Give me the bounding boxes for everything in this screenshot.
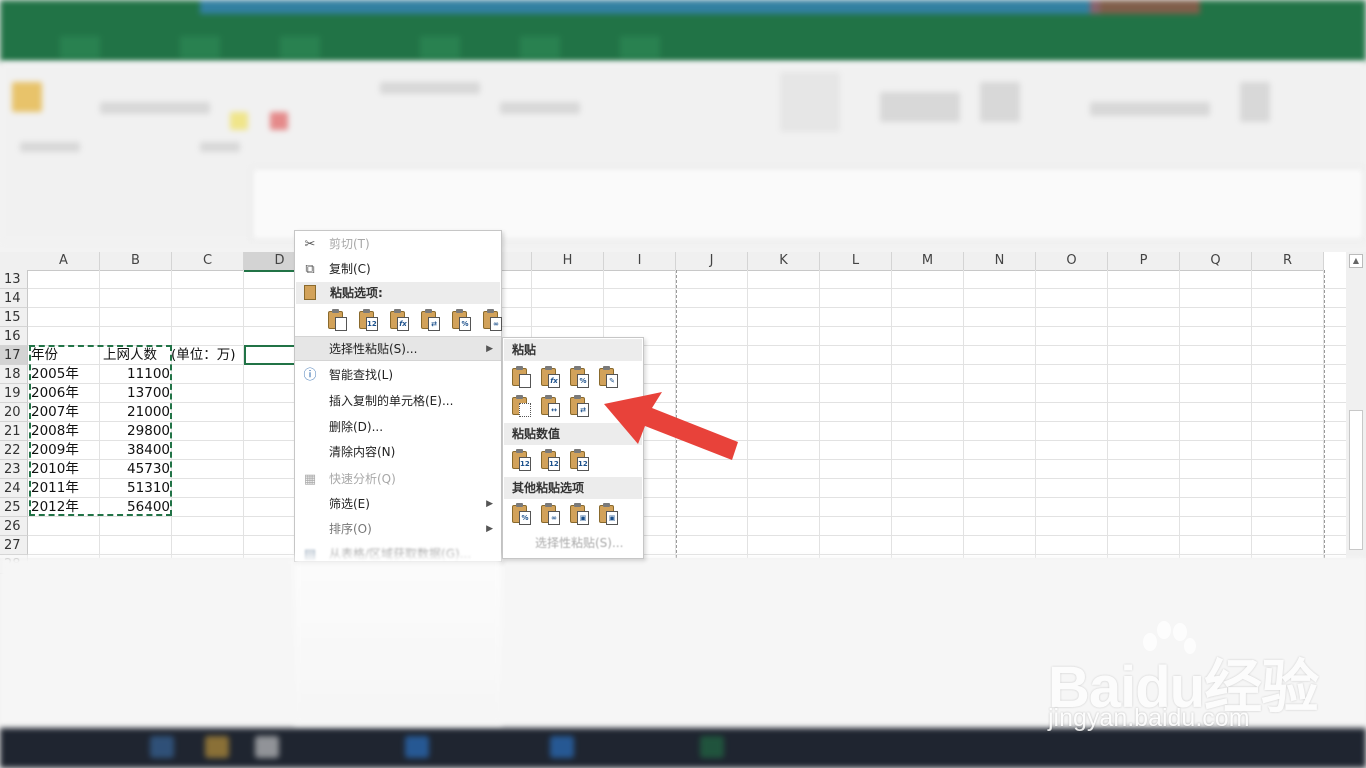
column-header-a[interactable]: A <box>28 252 100 271</box>
excel-title-bar <box>0 0 1366 62</box>
row-header-25[interactable]: 25 <box>0 498 28 517</box>
select-all-corner[interactable] <box>0 252 29 271</box>
submenu-paste-special-link[interactable]: 选择性粘贴(S)... <box>535 534 623 551</box>
copy-icon: ⧉ <box>305 262 315 277</box>
paste-formulas-icon[interactable]: fx <box>387 309 411 333</box>
paste-picture-icon[interactable]: ▣ <box>567 503 591 527</box>
column-header-i[interactable]: I <box>604 252 676 271</box>
paste-keep-source-format-icon[interactable]: ✎ <box>596 366 620 390</box>
row-header-15[interactable]: 15 <box>0 308 28 327</box>
paste-values-icon[interactable]: 123 <box>356 309 380 333</box>
submenu-arrow-icon: ▶ <box>486 344 493 354</box>
cell-c17[interactable]: (单位：万) <box>171 346 236 365</box>
scissors-icon: ✂ <box>304 237 316 252</box>
paste-formulas-icon[interactable]: fx <box>538 366 562 390</box>
paste-values-icon[interactable]: 123 <box>509 449 533 473</box>
menu-item-clear-contents[interactable]: 清除内容(N) <box>295 440 501 465</box>
submenu-arrow-icon: ▶ <box>486 499 493 509</box>
column-header-r[interactable]: R <box>1252 252 1324 271</box>
paste-transpose-icon[interactable]: ⇄ <box>567 395 591 419</box>
scroll-up-icon[interactable]: ▲ <box>1349 254 1363 268</box>
row-header-23[interactable]: 23 <box>0 460 28 479</box>
row-header-13[interactable]: 13 <box>0 270 28 289</box>
menu-item-insert-copied-cells[interactable]: 插入复制的单元格(E)... <box>295 389 501 414</box>
baidu-jingyan-watermark: Baidu经验 jingyan.baidu.com <box>1046 620 1346 740</box>
blurred-menu-remainder <box>294 555 502 725</box>
info-icon: ⓘ <box>303 368 317 383</box>
context-menu: ✂ 剪切(T) ⧉ 复制(C) 粘贴选项: 123 fx ⇄ % ∞ 选择性粘贴… <box>294 230 502 562</box>
row-header-17[interactable]: 17 <box>0 346 28 365</box>
row-header-22[interactable]: 22 <box>0 441 28 460</box>
submenu-header-paste: 粘贴 <box>504 339 642 361</box>
paste-linked-picture-icon[interactable]: ▣ <box>596 503 620 527</box>
menu-item-quick-analysis[interactable]: ▦ 快速分析(Q) <box>295 467 501 492</box>
menu-item-cut[interactable]: ✂ 剪切(T) <box>295 232 501 257</box>
paste-values-number-format-icon[interactable]: 123 <box>538 449 562 473</box>
copy-marquee <box>29 345 172 516</box>
red-pointer-arrow-icon <box>604 392 738 460</box>
paste-link-icon[interactable]: ∞ <box>480 309 504 333</box>
paste-no-borders-icon[interactable] <box>509 395 533 419</box>
menu-item-delete[interactable]: 删除(D)... <box>295 415 501 440</box>
menu-item-filter[interactable]: 筛选(E) ▶ <box>295 492 501 517</box>
quick-analysis-icon: ▦ <box>303 472 317 487</box>
paste-options-header: 粘贴选项: <box>296 282 500 304</box>
column-header-k[interactable]: K <box>748 252 820 271</box>
column-header-l[interactable]: L <box>820 252 892 271</box>
column-header-c[interactable]: C <box>172 252 244 271</box>
submenu-arrow-icon: ▶ <box>486 524 493 534</box>
paste-all-icon[interactable] <box>509 366 533 390</box>
column-header-o[interactable]: O <box>1036 252 1108 271</box>
paste-transpose-icon[interactable]: ⇄ <box>418 309 442 333</box>
row-header-24[interactable]: 24 <box>0 479 28 498</box>
column-header-q[interactable]: Q <box>1180 252 1252 271</box>
paste-formulas-number-format-icon[interactable]: % <box>567 366 591 390</box>
column-header-b[interactable]: B <box>100 252 172 271</box>
column-header-n[interactable]: N <box>964 252 1036 271</box>
vertical-scrollbar[interactable]: ▲ <box>1346 252 1366 558</box>
submenu-header-other-paste: 其他粘贴选项 <box>504 477 642 499</box>
row-header-18[interactable]: 18 <box>0 365 28 384</box>
column-header-p[interactable]: P <box>1108 252 1180 271</box>
paste-values-source-format-icon[interactable]: 123 <box>567 449 591 473</box>
paste-keep-column-widths-icon[interactable]: ↔ <box>538 395 562 419</box>
row-header-14[interactable]: 14 <box>0 289 28 308</box>
row-header-19[interactable]: 19 <box>0 384 28 403</box>
menu-item-copy[interactable]: ⧉ 复制(C) <box>295 257 501 282</box>
clipboard-icon <box>304 285 316 300</box>
menu-item-sort[interactable]: 排序(O) ▶ <box>295 517 501 542</box>
column-header-m[interactable]: M <box>892 252 964 271</box>
menu-item-smart-lookup[interactable]: ⓘ 智能查找(L) <box>295 363 501 388</box>
row-header-27[interactable]: 27 <box>0 536 28 555</box>
paste-formatting-icon[interactable]: % <box>509 503 533 527</box>
paste-formatting-icon[interactable]: % <box>449 309 473 333</box>
paste-icon[interactable] <box>325 309 349 333</box>
paste-link-icon[interactable]: ∞ <box>538 503 562 527</box>
scroll-thumb[interactable] <box>1349 410 1363 550</box>
column-header-h[interactable]: H <box>532 252 604 271</box>
column-header-j[interactable]: J <box>676 252 748 271</box>
menu-item-paste-special[interactable]: 选择性粘贴(S)... ▶ <box>295 336 501 361</box>
row-header-20[interactable]: 20 <box>0 403 28 422</box>
row-header-26[interactable]: 26 <box>0 517 28 536</box>
row-header-16[interactable]: 16 <box>0 327 28 346</box>
row-header-21[interactable]: 21 <box>0 422 28 441</box>
